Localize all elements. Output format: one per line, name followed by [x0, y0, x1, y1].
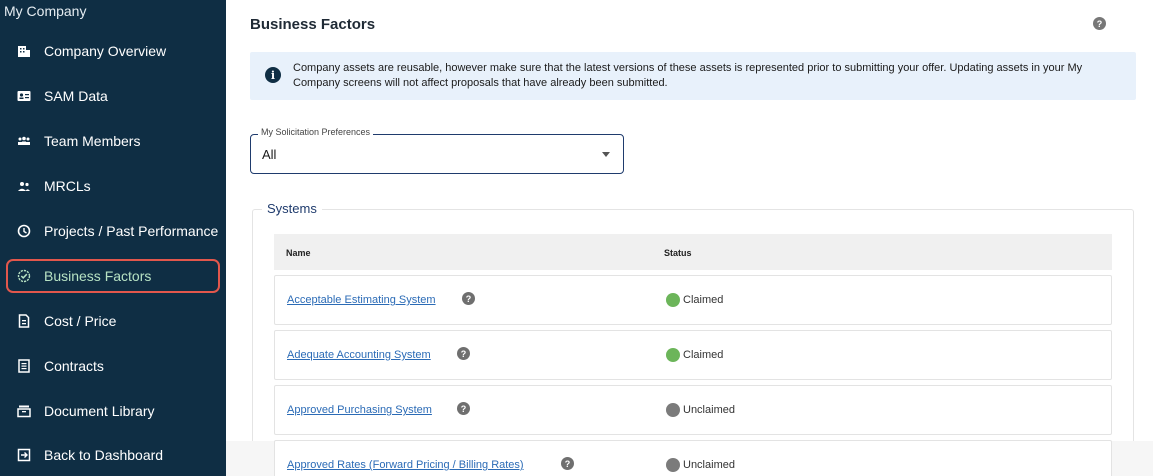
- main-content: Business Factors ? i Company assets are …: [226, 0, 1153, 476]
- help-icon[interactable]: ?: [457, 347, 470, 360]
- sidebar-header: My Company: [4, 3, 87, 19]
- sidebar-item-label: Cost / Price: [44, 313, 117, 329]
- help-icon[interactable]: ?: [462, 292, 475, 305]
- sidebar-item-label: SAM Data: [44, 88, 108, 104]
- table-row: Acceptable Estimating System ? Claimed: [274, 275, 1112, 325]
- system-link[interactable]: Approved Purchasing System: [287, 404, 432, 416]
- help-icon[interactable]: ?: [457, 402, 470, 415]
- info-icon: i: [265, 67, 281, 83]
- exit-icon: [17, 448, 31, 462]
- select-label: My Solicitation Preferences: [258, 127, 374, 137]
- sidebar-item-label: MRCLs: [44, 178, 91, 194]
- select-value: All: [262, 147, 277, 162]
- column-header-name: Name: [286, 248, 311, 258]
- status-cell: Unclaimed: [666, 458, 735, 472]
- column-header-status: Status: [664, 248, 692, 258]
- contract-icon: [17, 359, 31, 373]
- table-row: Approved Rates (Forward Pricing / Billin…: [274, 440, 1112, 476]
- sidebar-item-label: Document Library: [44, 403, 155, 419]
- status-dot-icon: [666, 403, 680, 417]
- badge-check-icon: [17, 269, 31, 283]
- help-icon[interactable]: ?: [561, 457, 574, 470]
- status-text: Claimed: [683, 349, 724, 361]
- table-row: Approved Purchasing System ? Unclaimed: [274, 385, 1112, 435]
- sidebar-item-projects-past-performance[interactable]: Projects / Past Performance: [6, 214, 220, 248]
- sidebar-item-document-library[interactable]: Document Library: [6, 394, 220, 428]
- solicitation-preferences-select[interactable]: My Solicitation Preferences All: [250, 127, 624, 174]
- history-icon: [17, 224, 31, 238]
- team-icon: [17, 134, 31, 148]
- people-icon: [17, 179, 31, 193]
- status-dot-icon: [666, 348, 680, 362]
- sidebar: My Company Company Overview SAM Data Tea…: [0, 0, 226, 476]
- id-card-icon: [17, 89, 31, 103]
- sidebar-item-cost-price[interactable]: Cost / Price: [6, 304, 220, 338]
- system-link[interactable]: Adequate Accounting System: [287, 349, 431, 361]
- page-title: Business Factors: [250, 16, 376, 33]
- info-banner: i Company assets are reusable, however m…: [250, 52, 1136, 100]
- system-link[interactable]: Approved Rates (Forward Pricing / Billin…: [287, 459, 524, 471]
- building-icon: [17, 44, 31, 58]
- status-dot-icon: [666, 458, 680, 472]
- sidebar-item-label: Business Factors: [44, 268, 152, 284]
- help-icon[interactable]: ?: [1093, 17, 1106, 30]
- status-cell: Unclaimed: [666, 403, 735, 417]
- sidebar-item-mrcls[interactable]: MRCLs: [6, 169, 220, 203]
- table-row: Adequate Accounting System ? Claimed: [274, 330, 1112, 380]
- sidebar-item-team-members[interactable]: Team Members: [6, 124, 220, 158]
- sidebar-item-label: Projects / Past Performance: [44, 223, 219, 239]
- info-text: Company assets are reusable, however mak…: [293, 62, 1083, 89]
- sidebar-item-company-overview[interactable]: Company Overview: [6, 34, 220, 68]
- library-icon: [17, 404, 31, 418]
- sidebar-item-label: Team Members: [44, 133, 141, 149]
- status-cell: Claimed: [666, 293, 723, 307]
- document-dollar-icon: [17, 314, 31, 328]
- sidebar-item-label: Back to Dashboard: [44, 447, 164, 463]
- sidebar-item-label: Company Overview: [44, 43, 167, 59]
- sidebar-item-sam-data[interactable]: SAM Data: [6, 79, 220, 113]
- sidebar-item-contracts[interactable]: Contracts: [6, 349, 220, 383]
- sidebar-item-business-factors[interactable]: Business Factors: [6, 259, 220, 293]
- system-link[interactable]: Acceptable Estimating System: [287, 294, 436, 306]
- sidebar-item-label: Contracts: [44, 358, 104, 374]
- sidebar-item-back-to-dashboard[interactable]: Back to Dashboard: [6, 438, 220, 472]
- status-text: Claimed: [683, 294, 724, 306]
- status-dot-icon: [666, 293, 680, 307]
- status-text: Unclaimed: [683, 404, 735, 416]
- status-text: Unclaimed: [683, 459, 735, 471]
- table-header: Name Status: [274, 234, 1112, 270]
- status-cell: Claimed: [666, 348, 723, 362]
- systems-heading: Systems: [262, 201, 322, 216]
- chevron-down-icon[interactable]: [602, 152, 610, 157]
